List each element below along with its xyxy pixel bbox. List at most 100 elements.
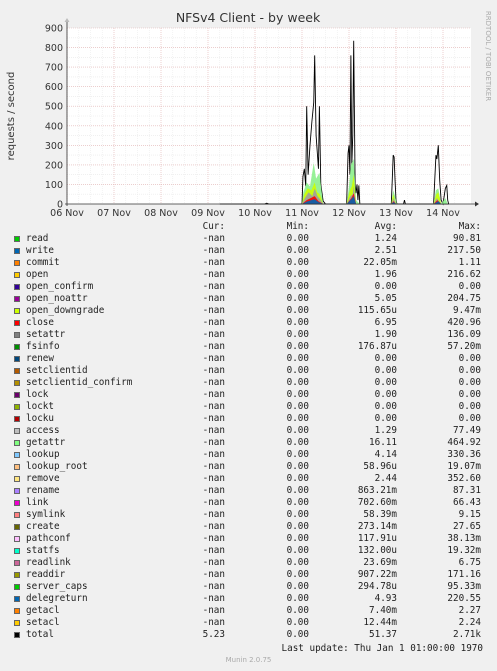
legend-min: 0.00 [286,245,309,256]
legend-max: 464.92 [447,437,481,448]
legend-max: 220.55 [447,593,481,604]
x-tick-label: 08 Nov [144,208,178,219]
legend-cur: -nan [202,341,225,352]
legend-avg: 4.93 [374,593,397,604]
legend-max: 217.50 [447,245,481,256]
legend-swatch [14,428,20,434]
legend-swatch [14,320,20,326]
munin-version: Munin 2.0.75 [225,656,272,664]
legend-max: 6.75 [458,557,481,568]
legend-row-getacl: getacl -nan 0.00 7.40m 2.27 [12,605,487,617]
legend-swatch [14,392,20,398]
legend-avg: 2.51 [374,245,397,256]
legend-min: 0.00 [286,497,309,508]
legend-row-read: read -nan 0.00 1.24 90.81 [12,233,487,245]
legend-avg: 863.21m [357,485,397,496]
legend-name: link [26,497,49,508]
legend-row-open: open -nan 0.00 1.96 216.62 [12,269,487,281]
legend-row-setattr: setattr -nan 0.00 1.90 136.09 [12,329,487,341]
legend-cur: -nan [202,281,225,292]
legend-swatch [14,464,20,470]
x-tick-labels: 06 Nov 07 Nov 08 Nov 09 Nov 10 Nov 11 Nov 12 N… [50,208,460,219]
legend-min: 0.00 [286,617,309,628]
legend-row-setacl: setacl -nan 0.00 12.44m 2.24 [12,617,487,629]
legend-min: 0.00 [286,413,309,424]
legend-name: locku [26,413,54,424]
legend-row-setclientid: setclientid -nan 0.00 0.00 0.00 [12,365,487,377]
legend-row-fsinfo: fsinfo -nan 0.00 176.87u 57.20m [12,341,487,353]
legend-name: readlink [26,557,71,568]
legend-min: 0.00 [286,329,309,340]
legend-name: getacl [26,605,60,616]
legend-max: 1.11 [458,257,481,268]
legend-max: 0.00 [458,365,481,376]
legend-name: close [26,317,54,328]
legend-min: 0.00 [286,377,309,388]
legend-name: lockt [26,401,54,412]
legend: Cur: Min: Avg: Max: read -nan 0.00 1.24 90.8… [12,221,487,641]
legend-cur: -nan [202,269,225,280]
legend-cur: -nan [202,521,225,532]
legend-min: 0.00 [286,305,309,316]
legend-row-readlink: readlink -nan 0.00 23.69m 6.75 [12,557,487,569]
legend-cur: -nan [202,593,225,604]
legend-min: 0.00 [286,533,309,544]
legend-cur: -nan [202,329,225,340]
legend-min: 0.00 [286,449,309,460]
legend-max: 90.81 [453,233,481,244]
y-tick-label: 500 [45,102,63,113]
legend-avg: 58.39m [363,509,397,520]
y-tick-label: 800 [45,43,63,54]
legend-swatch [14,272,20,278]
legend-max: 57.20m [447,341,481,352]
legend-max: 0.00 [458,353,481,364]
legend-max: 330.36 [447,449,481,460]
legend-cur: -nan [202,257,225,268]
legend-name: open [26,269,49,280]
legend-avg: 23.69m [363,557,397,568]
legend-header-cur: Cur: [202,221,225,232]
legend-min: 0.00 [286,281,309,292]
legend-row-pathconf: pathconf -nan 0.00 117.91u 38.13m [12,533,487,545]
legend-avg: 58.96u [363,461,397,472]
legend-min: 0.00 [286,605,309,616]
legend-row-renew: renew -nan 0.00 0.00 0.00 [12,353,487,365]
legend-row-statfs: statfs -nan 0.00 132.00u 19.32m [12,545,487,557]
legend-cur: -nan [202,413,225,424]
legend-cur: -nan [202,581,225,592]
legend-name: getattr [26,437,66,448]
legend-name: access [26,425,60,436]
legend-swatch [14,476,20,482]
y-tick-label: 900 [45,24,63,35]
legend-swatch [14,632,20,638]
legend-swatch [14,284,20,290]
legend-row-locku: locku -nan 0.00 0.00 0.00 [12,413,487,425]
legend-max: 95.33m [447,581,481,592]
y-tick-label: 100 [45,180,63,191]
legend-row-open-downgrade: open_downgrade -nan 0.00 115.65u 9.47m [12,305,487,317]
legend-swatch [14,452,20,458]
legend-min: 0.00 [286,485,309,496]
rrdtool-credit: RRDTOOL / TOBI OETIKER [484,11,492,101]
legend-row-lock: lock -nan 0.00 0.00 0.00 [12,389,487,401]
legend-avg: 1.24 [374,233,397,244]
legend-row-remove: remove -nan 0.00 2.44 352.60 [12,473,487,485]
y-tick-label: 300 [45,141,63,152]
legend-avg: 16.11 [369,437,397,448]
legend-min: 0.00 [286,293,309,304]
legend-name: open_confirm [26,281,94,292]
legend-cur: -nan [202,317,225,328]
legend-row-rename: rename -nan 0.00 863.21m 87.31 [12,485,487,497]
legend-min: 0.00 [286,521,309,532]
legend-min: 0.00 [286,257,309,268]
legend-max: 27.65 [453,521,481,532]
y-tick-label: 700 [45,63,63,74]
legend-row-write: write -nan 0.00 2.51 217.50 [12,245,487,257]
legend-max: 216.62 [447,269,481,280]
legend-row-lookup: lookup -nan 0.00 4.14 330.36 [12,449,487,461]
legend-max: 9.47m [453,305,481,316]
legend-name: open_downgrade [26,305,105,316]
legend-min: 0.00 [286,317,309,328]
legend-name: commit [26,257,60,268]
legend-min: 0.00 [286,365,309,376]
